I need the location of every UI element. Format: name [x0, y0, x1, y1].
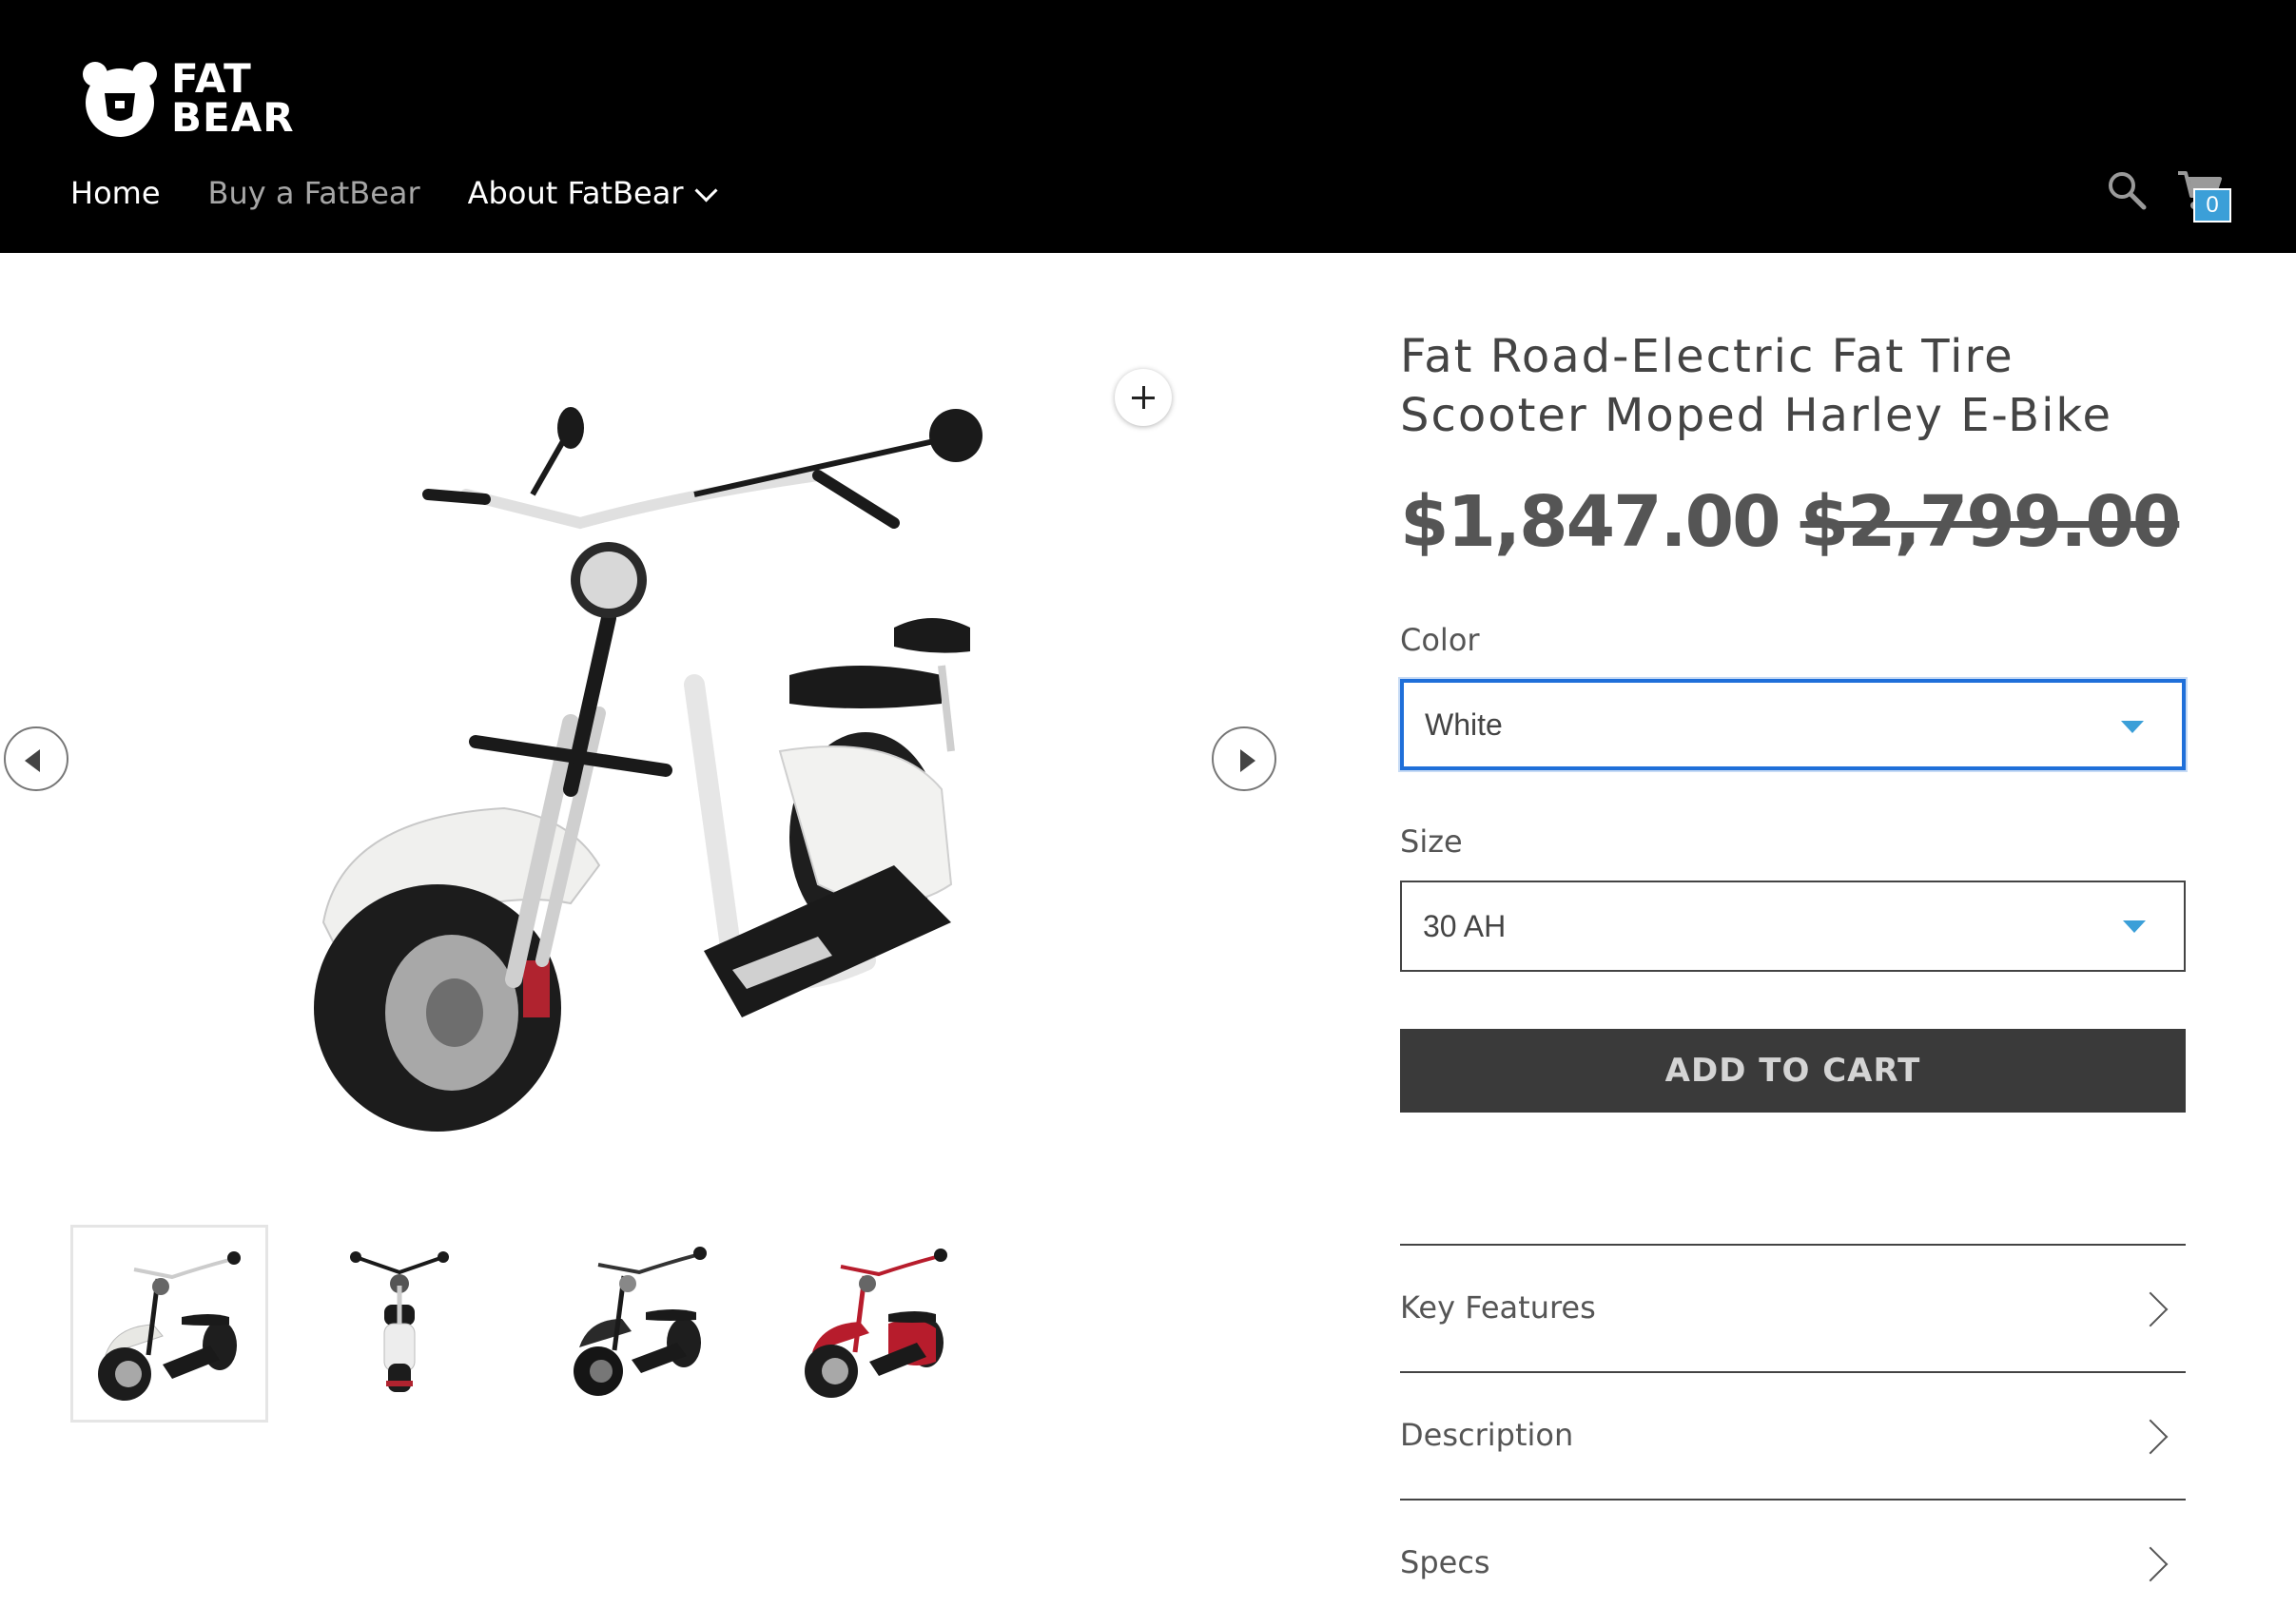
accordion-specs[interactable]: Specs [1400, 1499, 2186, 1607]
accordion-label: Description [1400, 1417, 1574, 1453]
left-arrow-icon [25, 749, 40, 772]
chevron-right-icon [2132, 1291, 2169, 1327]
add-to-cart-button[interactable]: ADD TO CART [1400, 1029, 2186, 1113]
compare-at-price: $2,799.00 [1800, 481, 2182, 563]
accordion-key-features[interactable]: Key Features [1400, 1244, 2186, 1371]
main-product-image[interactable] [285, 390, 1027, 1141]
bear-logo-icon [83, 62, 157, 137]
search-icon [2109, 172, 2147, 210]
fatbear-logo[interactable]: FAT BEAR [80, 59, 308, 141]
color-label: Color [1400, 622, 1480, 658]
search-button[interactable] [2106, 169, 2148, 211]
logo-wordmark: FAT BEAR [171, 55, 295, 141]
scooter-front-thumbnail-icon [350, 1251, 449, 1392]
color-select[interactable]: White [1400, 679, 2186, 770]
chevron-down-icon [694, 178, 718, 203]
scooter-image [314, 407, 983, 1132]
nav-buy-fatbear[interactable]: Buy a FatBear [208, 175, 420, 211]
size-select-value: 30 AH [1423, 908, 1507, 943]
thumbnail-3[interactable] [542, 1225, 740, 1423]
zoom-button[interactable] [1115, 369, 1172, 426]
cart-button[interactable]: 0 [2176, 167, 2233, 224]
nav-about-label: About FatBear [467, 175, 684, 211]
accordion-description[interactable]: Description [1400, 1371, 2186, 1499]
sale-price: $1,847.00 [1400, 481, 1781, 563]
chevron-right-icon [2132, 1419, 2169, 1455]
main-nav: Home Buy a FatBear About FatBear [70, 167, 762, 219]
thumbnail-4[interactable] [780, 1225, 978, 1423]
size-select[interactable]: 30 AH [1400, 881, 2186, 972]
price-row: $1,847.00 $2,799.00 [1400, 481, 2182, 563]
accordion-label: Key Features [1400, 1289, 1596, 1326]
dropdown-caret-icon [2123, 920, 2146, 933]
right-arrow-icon [1240, 749, 1255, 772]
accordion-label: Specs [1400, 1544, 1490, 1580]
product-title: Fat Road-Electric Fat Tire Scooter Moped… [1400, 330, 2113, 442]
thumbnail-2[interactable] [304, 1225, 502, 1423]
gallery-prev-button[interactable] [4, 726, 68, 791]
scooter-black-thumbnail-icon [574, 1247, 707, 1396]
site-header: FAT BEAR Home Buy a FatBear About FatBea… [0, 0, 2296, 253]
thumbnail-1[interactable] [70, 1225, 268, 1423]
nav-about-fatbear[interactable]: About FatBear [467, 175, 718, 211]
cart-count-badge: 0 [2193, 188, 2231, 223]
size-label: Size [1400, 823, 1463, 860]
dropdown-caret-icon [2121, 721, 2144, 733]
nav-home[interactable]: Home [70, 175, 161, 211]
scooter-red-thumbnail-icon [805, 1249, 947, 1398]
chevron-right-icon [2132, 1546, 2169, 1582]
color-select-value: White [1425, 707, 1503, 742]
gallery-next-button[interactable] [1212, 726, 1276, 791]
scooter-thumbnail-icon [98, 1251, 241, 1401]
